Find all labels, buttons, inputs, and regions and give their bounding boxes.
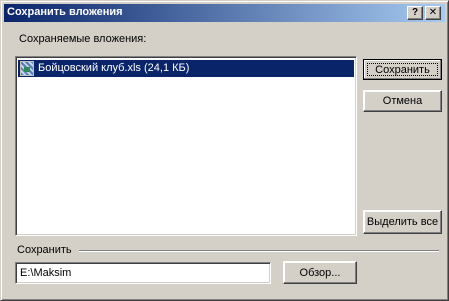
cancel-button[interactable]: Отмена <box>363 90 442 112</box>
close-button[interactable]: ✕ <box>425 6 441 20</box>
attachment-name: Бойцовский клуб.xls (24,1 КБ) <box>38 62 190 74</box>
attachments-listbox[interactable]: Бойцовский клуб.xls (24,1 КБ) <box>15 56 357 236</box>
browse-button[interactable]: Обзор... <box>283 261 357 284</box>
save-path-field[interactable]: E:\Maksim <box>15 262 271 284</box>
excel-file-icon <box>20 61 34 76</box>
save-attachments-dialog: Сохранить вложения ? ✕ Сохраняемые вложе… <box>0 0 449 301</box>
help-button[interactable]: ? <box>407 6 423 20</box>
title-bar[interactable]: Сохранить вложения ? ✕ <box>4 4 445 22</box>
select-all-button[interactable]: Выделить все <box>363 210 442 234</box>
list-item[interactable]: Бойцовский клуб.xls (24,1 КБ) <box>18 60 354 77</box>
attachments-label: Сохраняемые вложения: <box>19 33 147 45</box>
save-to-label: Сохранить <box>17 244 72 256</box>
save-button[interactable]: Сохранить <box>363 59 442 80</box>
group-divider <box>79 250 439 252</box>
close-icon: ✕ <box>428 7 438 18</box>
window-title: Сохранить вложения <box>7 6 123 18</box>
